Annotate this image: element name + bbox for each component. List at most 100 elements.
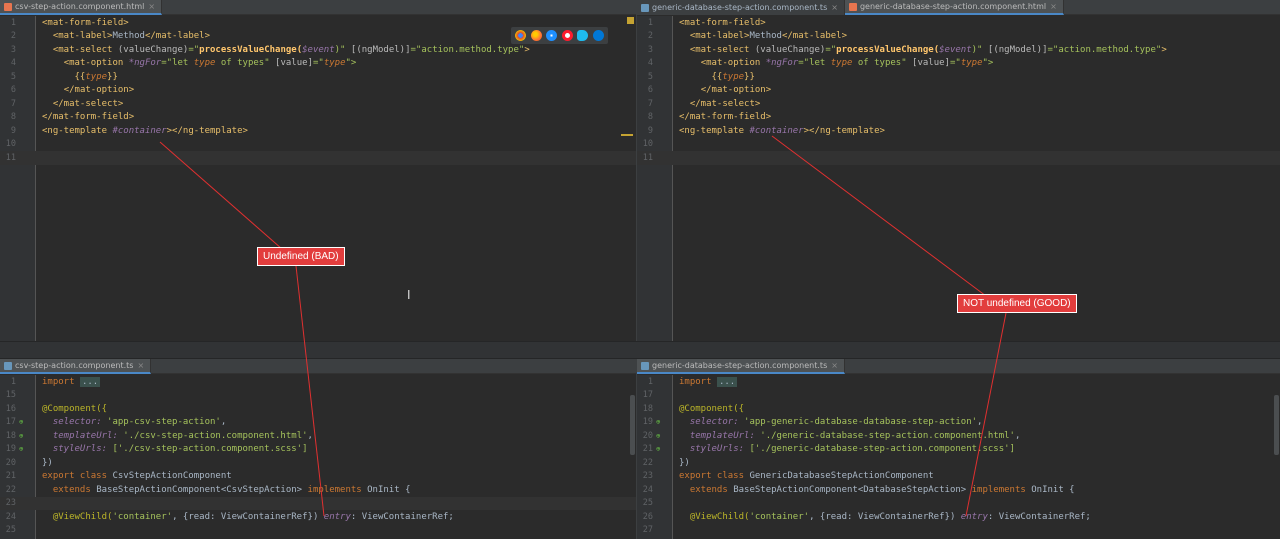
code-line: 18 @Component({ (637, 402, 1280, 416)
code-line: 8 </mat-form-field> (637, 111, 1280, 125)
html-file-icon (848, 2, 857, 11)
code-line: 9 <ng-template #container></ng-template> (0, 124, 636, 138)
code-line: 3 <mat-select (valueChange)="processValu… (0, 43, 636, 57)
override-marker-icon[interactable]: ⊕ (656, 445, 660, 453)
code-line: 5 {{type}} (637, 70, 1280, 84)
close-icon[interactable]: × (831, 3, 838, 12)
ts-file-icon (4, 361, 12, 370)
folded-region[interactable]: ... (79, 376, 101, 387)
text-cursor-icon: I (407, 288, 411, 302)
code-line: 5 {{type}} (0, 70, 636, 84)
line-number: 24 (642, 484, 653, 495)
code-text: export class GenericDatabaseStepActionCo… (679, 471, 934, 482)
scrollbar[interactable] (629, 375, 636, 539)
code-text: styleUrls: ['./csv-step-action.component… (52, 444, 308, 455)
code-text: <mat-label>Method</mat-label> (689, 31, 847, 42)
chrome-icon[interactable] (515, 30, 527, 41)
code-line: 24 extends BaseStepActionComponent<Datab… (637, 483, 1280, 497)
code-text: @Component({ (42, 403, 108, 414)
close-icon[interactable]: × (1050, 2, 1057, 11)
code-line: 25 (637, 497, 1280, 511)
code-text: <mat-label>Method</mat-label> (52, 31, 210, 42)
line-number: 23 (5, 498, 16, 509)
line-number: 27 (642, 525, 653, 536)
close-icon[interactable]: × (831, 361, 838, 370)
ie-icon[interactable] (577, 30, 589, 41)
line-number: 18 (5, 430, 16, 441)
code-text: <mat-form-field> (679, 17, 766, 28)
line-number: 20 (642, 430, 653, 441)
scrollbar[interactable] (1273, 375, 1280, 539)
tab-bar: generic-database-step-action.component.t… (637, 0, 1280, 15)
code-line: 22 extends BaseStepActionComponent<CsvSt… (0, 483, 636, 497)
editor-pane-top-left: csv-step-action.component.html × 1 <mat-f… (0, 0, 636, 341)
code-line: 8 </mat-form-field> (0, 111, 636, 125)
line-number: 1 (10, 17, 16, 28)
code-line: 1 import ... (637, 375, 1280, 389)
code-text: templateUrl: './csv-step-action.componen… (52, 430, 313, 441)
close-icon[interactable]: × (137, 361, 144, 370)
firefox-icon[interactable] (530, 30, 542, 41)
code-line: 21 ⊕ styleUrls: ['./generic-database-step… (637, 443, 1280, 457)
tab-label: generic-database-step-action.component.h… (859, 2, 1047, 11)
edge-icon[interactable] (592, 30, 604, 41)
override-marker-icon[interactable]: ⊕ (656, 418, 660, 426)
tab-generic-html[interactable]: generic-database-step-action.component.h… (844, 0, 1064, 15)
code-editor[interactable]: 1 <mat-form-field> 2 <mat-label>Method</m… (0, 16, 636, 341)
line-number: 9 (10, 125, 16, 136)
code-line: 4 <mat-option *ngFor="let type of types"… (0, 57, 636, 71)
annotation-good-label: NOT undefined (GOOD) (957, 294, 1077, 313)
line-number: 9 (647, 125, 653, 136)
code-text: </mat-form-field> (679, 112, 772, 123)
safari-icon[interactable] (546, 30, 558, 41)
scrollbar-thumb[interactable] (1274, 395, 1279, 455)
tab-csv-ts[interactable]: csv-step-action.component.ts × (0, 359, 152, 374)
code-text: <mat-form-field> (42, 17, 129, 28)
override-marker-icon[interactable]: ⊕ (19, 418, 23, 426)
scrollbar-thumb[interactable] (630, 395, 635, 455)
tab-label: csv-step-action.component.ts (15, 361, 134, 370)
line-number: 4 (647, 58, 653, 69)
code-line: 19 ⊕ selector: 'app-generic-database-data… (637, 416, 1280, 430)
code-line: 9 <ng-template #container></ng-template> (637, 124, 1280, 138)
code-text: selector: 'app-csv-step-action', (52, 417, 227, 428)
code-text: @ViewChild('container', {read: ViewConta… (52, 511, 454, 522)
code-line: 6 </mat-option> (637, 84, 1280, 98)
code-editor[interactable]: 1 import ... 15 16 @Component({ 17 ⊕ select… (0, 375, 636, 539)
code-line: 4 <mat-option *ngFor="let type of types"… (637, 57, 1280, 71)
html-file-icon (4, 2, 12, 11)
close-icon[interactable]: × (148, 2, 155, 11)
editor-pane-top-right: generic-database-step-action.component.t… (637, 0, 1280, 341)
line-number: 17 (5, 417, 16, 428)
tab-generic-ts[interactable]: generic-database-step-action.component.t… (637, 359, 845, 374)
code-line: 3 <mat-select (valueChange)="processValu… (637, 43, 1280, 57)
code-text: {{type}} (711, 71, 755, 82)
line-number: 11 (5, 152, 16, 163)
override-marker-icon[interactable]: ⊕ (19, 445, 23, 453)
line-number: 16 (5, 403, 16, 414)
code-text: <ng-template #container></ng-template> (42, 125, 248, 136)
code-text: styleUrls: ['./generic-database-step-act… (689, 444, 1015, 455)
opera-icon[interactable] (561, 30, 573, 41)
editor-pane-bottom-left: csv-step-action.component.ts × 1 import .… (0, 359, 636, 539)
folded-region[interactable]: ... (716, 376, 738, 387)
line-number: 26 (642, 511, 653, 522)
line-number: 1 (647, 376, 653, 387)
code-line: 27 (637, 524, 1280, 538)
line-number: 4 (10, 58, 16, 69)
warning-marker[interactable] (627, 17, 634, 24)
code-line: 24 @ViewChild('container', {read: ViewCo… (0, 510, 636, 524)
scroll-marker[interactable] (621, 134, 633, 136)
line-number: 3 (10, 44, 16, 55)
override-marker-icon[interactable]: ⊕ (656, 432, 660, 440)
ts-file-icon (641, 361, 649, 370)
pane-divider-horizontal[interactable] (0, 341, 1280, 359)
code-editor[interactable]: 1 <mat-form-field> 2 <mat-label>Method</m… (637, 16, 1280, 341)
code-text: @Component({ (679, 403, 745, 414)
code-editor[interactable]: 1 import ... 17 18 @Component({ 19 ⊕ select… (637, 375, 1280, 539)
code-text: templateUrl: './generic-database-step-ac… (689, 430, 1021, 441)
code-text: <ng-template #container></ng-template> (679, 125, 885, 136)
override-marker-icon[interactable]: ⊕ (19, 432, 23, 440)
tab-csv-html[interactable]: csv-step-action.component.html × (0, 0, 163, 15)
tab-generic-ts[interactable]: generic-database-step-action.component.t… (637, 0, 845, 15)
